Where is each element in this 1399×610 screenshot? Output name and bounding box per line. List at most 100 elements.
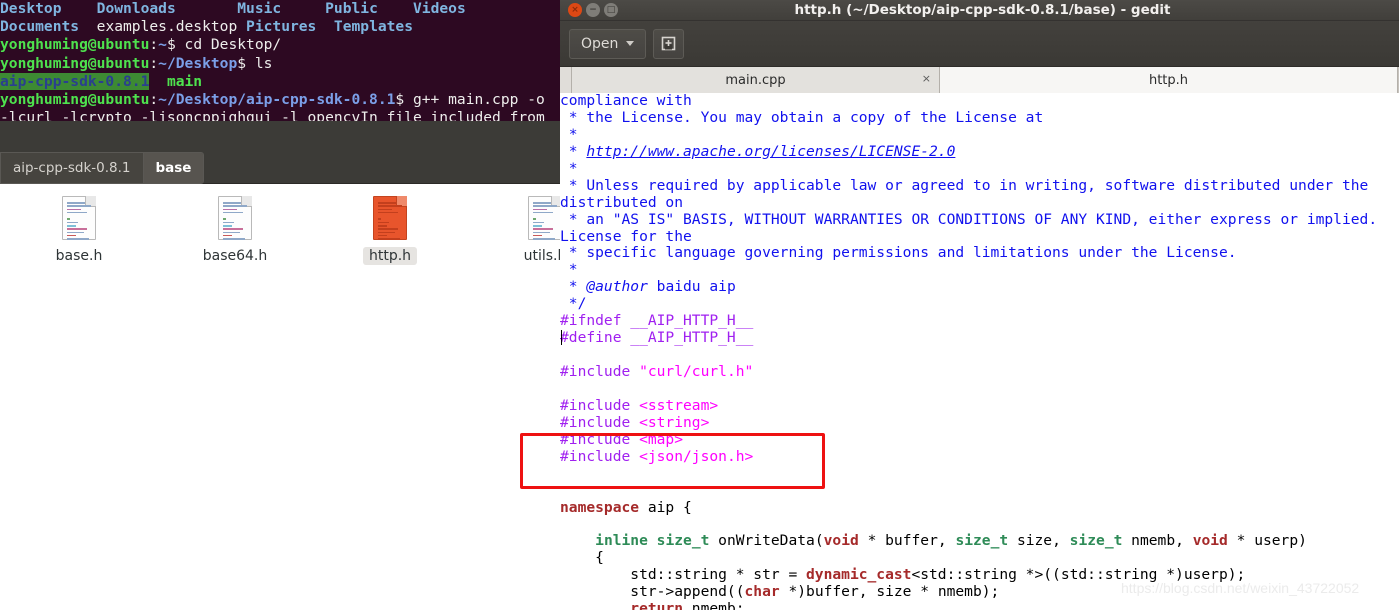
file-list-pane[interactable]: base.h base64.h http.h utils.h	[0, 184, 566, 610]
code-token: *	[560, 278, 587, 296]
gedit-titlebar[interactable]: × − □ http.h (~/Desktop/aip-cpp-sdk-0.8.…	[560, 0, 1399, 21]
code-token: size_t	[1069, 532, 1123, 550]
code-token: http://www.apache.org/licenses/LICENSE-2…	[586, 142, 956, 160]
code-line: return nmemb;	[560, 600, 1399, 610]
code-token: #ifndef __AIP_HTTP_H__	[560, 312, 754, 330]
terminal-text: Templates	[333, 18, 413, 36]
code-line: #include <map>	[560, 430, 1399, 449]
code-token: std::string * str =	[560, 566, 807, 584]
file-item[interactable]: base.h	[24, 196, 134, 265]
code-line: compliance with	[560, 93, 1399, 110]
open-button[interactable]: Open	[569, 28, 647, 59]
code-token: #include	[560, 396, 640, 414]
terminal-window[interactable]: Desktop Downloads Music Public Videos Doc…	[0, 0, 560, 121]
code-token: *	[560, 125, 578, 143]
document-file-icon[interactable]	[218, 196, 252, 240]
tab-close-icon[interactable]: ×	[922, 73, 931, 84]
code-line: * specific language governing permission…	[560, 244, 1399, 262]
code-token: *	[560, 261, 578, 279]
code-line: distributed on	[560, 193, 1399, 212]
code-token: return	[630, 600, 684, 610]
terminal-line: Documents examples.desktop Pictures Temp…	[0, 18, 560, 36]
code-token: <string>	[639, 413, 710, 431]
minimize-icon[interactable]: −	[586, 3, 600, 17]
icon-text-lines	[533, 202, 559, 241]
document-file-icon[interactable]	[528, 196, 562, 240]
breadcrumb-item-aip-cpp-sdk-0-8-1[interactable]: aip-cpp-sdk-0.8.1	[0, 153, 144, 183]
code-line: {	[560, 549, 1399, 567]
terminal-text: yonghuming@ubuntu	[0, 54, 150, 72]
terminal-text: ~/Desktop/aip-cpp-sdk-0.8.1	[158, 90, 396, 108]
terminal-text: examples.desktop	[96, 18, 238, 36]
terminal-text: aip-cpp-sdk-0.8.1	[0, 72, 150, 90]
code-token: #include	[560, 363, 640, 380]
code-token: namespace	[560, 498, 640, 516]
code-text[interactable]: compliance with * the License. You may o…	[560, 93, 1399, 610]
tab-main-cpp[interactable]: main.cpp ×	[572, 67, 940, 93]
code-token: *	[560, 142, 587, 160]
maximize-icon[interactable]: □	[604, 3, 618, 17]
terminal-text: ~	[158, 36, 167, 54]
terminal-text: $ g++ main.cpp -o	[395, 90, 545, 108]
close-icon[interactable]: ×	[568, 3, 582, 17]
code-token: <sstream>	[639, 396, 719, 414]
watermark: https://blog.csdn.net/weixin_43722052	[1121, 580, 1360, 596]
code-token: * specific language governing permission…	[560, 244, 1237, 262]
icon-text-lines	[223, 202, 249, 241]
code-line: * Unless required by applicable law or a…	[560, 176, 1399, 195]
code-line: * http://www.apache.org/licenses/LICENSE…	[560, 142, 1399, 161]
code-token: * buffer,	[858, 532, 956, 550]
code-line: * @author baidu aip	[560, 278, 1399, 296]
code-token: char	[744, 583, 780, 601]
breadcrumb[interactable]: ktopaip-cpp-sdk-0.8.1base	[0, 152, 205, 184]
code-token: * Unless required by applicable law or a…	[560, 176, 1369, 194]
terminal-text: yonghuming@ubuntu	[0, 90, 150, 108]
code-token: inline	[595, 532, 648, 550]
terminal-text: Public	[325, 0, 378, 17]
file-item[interactable]: http.h	[335, 196, 445, 265]
document-file-icon[interactable]	[373, 196, 407, 240]
tab-bar[interactable]: main.cpp × http.h	[560, 67, 1399, 93]
code-token: distributed on	[560, 193, 684, 211]
tab-http-h[interactable]: http.h	[940, 67, 1398, 93]
code-line: inline size_t onWriteData(void * buffer,…	[560, 532, 1399, 550]
tab-label: http.h	[1148, 72, 1189, 88]
code-token: "curl/curl.h"	[639, 363, 754, 380]
terminal-text: main	[166, 72, 203, 90]
code-token: #include	[560, 413, 640, 431]
gedit-toolbar: Open	[560, 21, 1399, 67]
new-document-icon	[662, 36, 676, 51]
code-token: #include	[560, 447, 640, 465]
editor-view[interactable]: compliance with * the License. You may o…	[560, 93, 1399, 610]
file-label[interactable]: base.h	[50, 247, 109, 265]
file-label[interactable]: http.h	[362, 247, 418, 265]
document-file-icon[interactable]	[62, 196, 96, 240]
breadcrumb-item-base[interactable]: base	[143, 153, 204, 183]
chevron-down-icon	[626, 41, 635, 46]
tab-label: main.cpp	[725, 72, 786, 88]
file-label[interactable]: base64.h	[197, 247, 274, 265]
code-token: dynamic_cast	[806, 566, 912, 584]
code-line: License for the	[560, 228, 1399, 246]
new-document-button[interactable]	[653, 28, 685, 59]
terminal-text: :	[149, 90, 159, 108]
code-token: #include	[560, 430, 640, 448]
code-token: nmemb,	[1122, 532, 1193, 550]
file-item[interactable]: base64.h	[180, 196, 290, 265]
code-token: * userp)	[1227, 532, 1307, 550]
terminal-text: Pictures	[246, 18, 317, 36]
code-token: onWriteData(	[709, 532, 824, 550]
terminal-text: Desktop	[0, 0, 62, 17]
code-line: *	[560, 125, 1399, 144]
